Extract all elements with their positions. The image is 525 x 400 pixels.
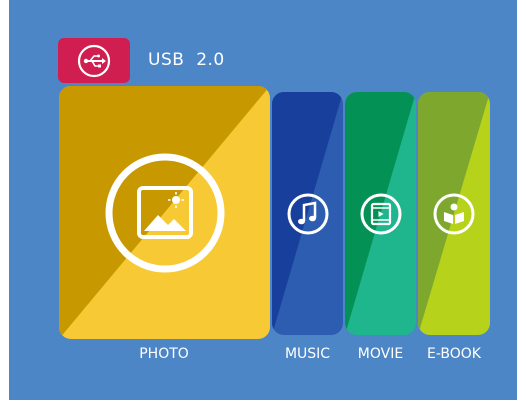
movie-tile[interactable] — [345, 92, 416, 335]
photo-label: PHOTO — [139, 346, 189, 362]
usb-source-badge[interactable] — [58, 38, 130, 83]
image-icon — [105, 153, 224, 272]
ebook-label: E-BOOK — [427, 346, 481, 362]
usb-version-label: USB 2.0 — [148, 50, 225, 70]
music-label: MUSIC — [284, 346, 331, 362]
movie-label: MOVIE — [357, 346, 404, 362]
ebook-tile[interactable] — [418, 92, 490, 335]
music-note-icon — [287, 193, 328, 234]
book-icon — [433, 193, 475, 234]
photo-tile[interactable] — [59, 86, 270, 339]
film-icon — [360, 193, 401, 234]
music-tile[interactable] — [272, 92, 343, 335]
usb-icon — [77, 44, 111, 77]
